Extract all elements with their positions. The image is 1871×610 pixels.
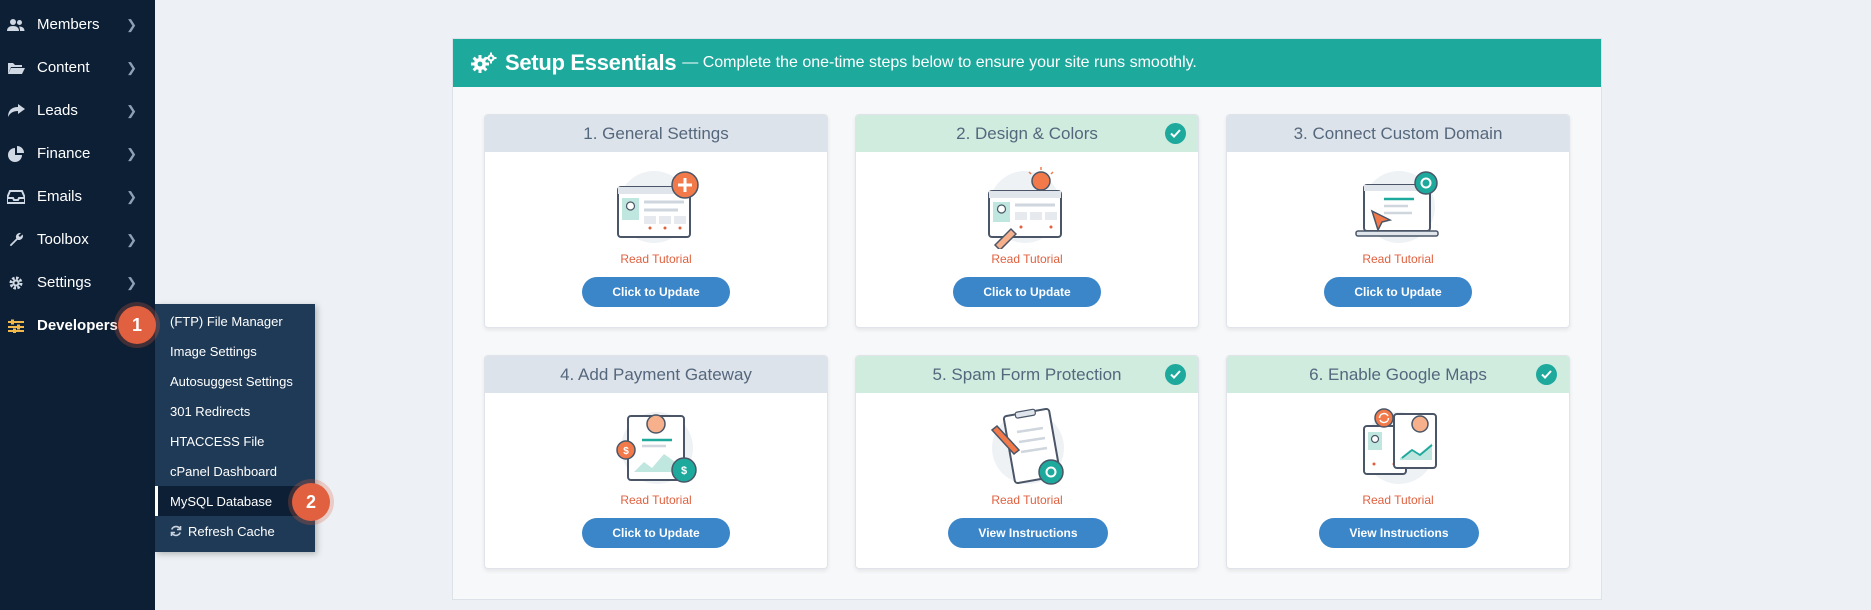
sidebar: Members ❯ Content ❯ Leads ❯ Finance ❯ Em…: [0, 0, 155, 610]
spam-protection-illustration-icon: [990, 407, 1064, 485]
svg-text:$: $: [681, 465, 687, 477]
sidebar-item-emails[interactable]: Emails ❯: [0, 175, 155, 218]
gear-icon: [7, 275, 25, 291]
setup-essentials-panel: Setup Essentials — Complete the one-time…: [452, 38, 1602, 600]
setup-card-design-colors: 2. Design & Colors Read Tutorial Click t…: [855, 114, 1199, 328]
setup-card-general-settings: 1. General Settings Read Tutorial Click …: [484, 114, 828, 328]
read-tutorial-link[interactable]: Read Tutorial: [1227, 252, 1569, 266]
chevron-right-icon: ❯: [126, 59, 137, 75]
sidebar-item-leads[interactable]: Leads ❯: [0, 89, 155, 132]
card-title: 4. Add Payment Gateway: [485, 356, 827, 393]
check-circle-icon: [1536, 364, 1557, 385]
update-button[interactable]: Click to Update: [953, 277, 1101, 307]
chevron-right-icon: ❯: [126, 102, 137, 118]
card-title: 3. Connect Custom Domain: [1227, 115, 1569, 152]
sidebar-item-label: Emails: [37, 188, 83, 205]
wrench-icon: [7, 232, 25, 248]
setup-card-custom-domain: 3. Connect Custom Domain Read Tutorial C…: [1226, 114, 1570, 328]
sidebar-item-label: Content: [37, 59, 90, 76]
submenu-item-htaccess-file[interactable]: HTACCESS File: [155, 426, 315, 456]
refresh-icon: [170, 525, 182, 537]
sliders-icon: [7, 319, 25, 333]
gears-icon: [471, 52, 497, 74]
submenu-item-ftp-file-manager[interactable]: (FTP) File Manager: [155, 306, 315, 336]
users-icon: [7, 18, 25, 32]
payment-illustration-icon: $ $: [616, 412, 697, 484]
view-instructions-button[interactable]: View Instructions: [948, 518, 1108, 548]
folder-open-icon: [7, 61, 25, 75]
chevron-right-icon: ❯: [126, 188, 137, 204]
sidebar-item-label: Members: [37, 16, 100, 33]
submenu-item-cpanel-dashboard[interactable]: cPanel Dashboard: [155, 456, 315, 486]
setup-card-spam-protection: 5. Spam Form Protection Read Tutorial Vi…: [855, 355, 1199, 569]
sidebar-item-settings[interactable]: Settings ❯: [0, 261, 155, 304]
panel-header: Setup Essentials — Complete the one-time…: [453, 39, 1601, 87]
step-badge-2: 2: [292, 483, 330, 521]
inbox-icon: [7, 189, 25, 204]
setup-card-payment-gateway: 4. Add Payment Gateway $ $ Read Tutorial…: [484, 355, 828, 569]
submenu-item-image-settings[interactable]: Image Settings: [155, 336, 315, 366]
settings-illustration-icon: [617, 171, 699, 243]
read-tutorial-link[interactable]: Read Tutorial: [1227, 493, 1569, 507]
check-circle-icon: [1165, 364, 1186, 385]
google-maps-illustration-icon: [1363, 408, 1437, 484]
chevron-right-icon: ❯: [126, 16, 137, 32]
chevron-right-icon: ❯: [126, 145, 137, 161]
card-title: 5. Spam Form Protection: [856, 356, 1198, 393]
step-badge-1: 1: [118, 306, 156, 344]
read-tutorial-link[interactable]: Read Tutorial: [856, 252, 1198, 266]
panel-title: Setup Essentials: [505, 50, 677, 75]
chevron-right-icon: ❯: [126, 231, 137, 247]
submenu-item-autosuggest-settings[interactable]: Autosuggest Settings: [155, 366, 315, 396]
card-title: 1. General Settings: [485, 115, 827, 152]
sidebar-item-label: Leads: [37, 102, 78, 119]
developers-submenu: (FTP) File Manager Image Settings Autosu…: [155, 304, 318, 552]
domain-illustration-icon: [1355, 171, 1439, 243]
sidebar-item-label: Settings: [37, 274, 92, 291]
sidebar-item-members[interactable]: Members ❯: [0, 3, 155, 46]
update-button[interactable]: Click to Update: [582, 518, 730, 548]
update-button[interactable]: Click to Update: [1324, 277, 1472, 307]
read-tutorial-link[interactable]: Read Tutorial: [856, 493, 1198, 507]
design-colors-illustration-icon: [988, 167, 1062, 249]
sidebar-item-label: Toolbox: [37, 231, 89, 248]
sidebar-item-toolbox[interactable]: Toolbox ❯: [0, 218, 155, 261]
check-circle-icon: [1165, 123, 1186, 144]
card-title: 2. Design & Colors: [856, 115, 1198, 152]
card-title: 6. Enable Google Maps: [1227, 356, 1569, 393]
read-tutorial-link[interactable]: Read Tutorial: [485, 493, 827, 507]
svg-text:$: $: [623, 446, 629, 457]
sidebar-item-label: Finance: [37, 145, 91, 162]
submenu-item-refresh-cache[interactable]: Refresh Cache: [155, 516, 315, 546]
submenu-item-301-redirects[interactable]: 301 Redirects: [155, 396, 315, 426]
update-button[interactable]: Click to Update: [582, 277, 730, 307]
sidebar-item-content[interactable]: Content ❯: [0, 46, 155, 89]
setup-card-google-maps: 6. Enable Google Maps Read Tutorial View…: [1226, 355, 1570, 569]
chevron-right-icon: ❯: [126, 274, 137, 290]
pie-chart-icon: [7, 145, 25, 162]
share-icon: [7, 103, 25, 118]
sidebar-item-finance[interactable]: Finance ❯: [0, 132, 155, 175]
panel-subtitle: — Complete the one-time steps below to e…: [682, 54, 1197, 71]
read-tutorial-link[interactable]: Read Tutorial: [485, 252, 827, 266]
view-instructions-button[interactable]: View Instructions: [1319, 518, 1479, 548]
